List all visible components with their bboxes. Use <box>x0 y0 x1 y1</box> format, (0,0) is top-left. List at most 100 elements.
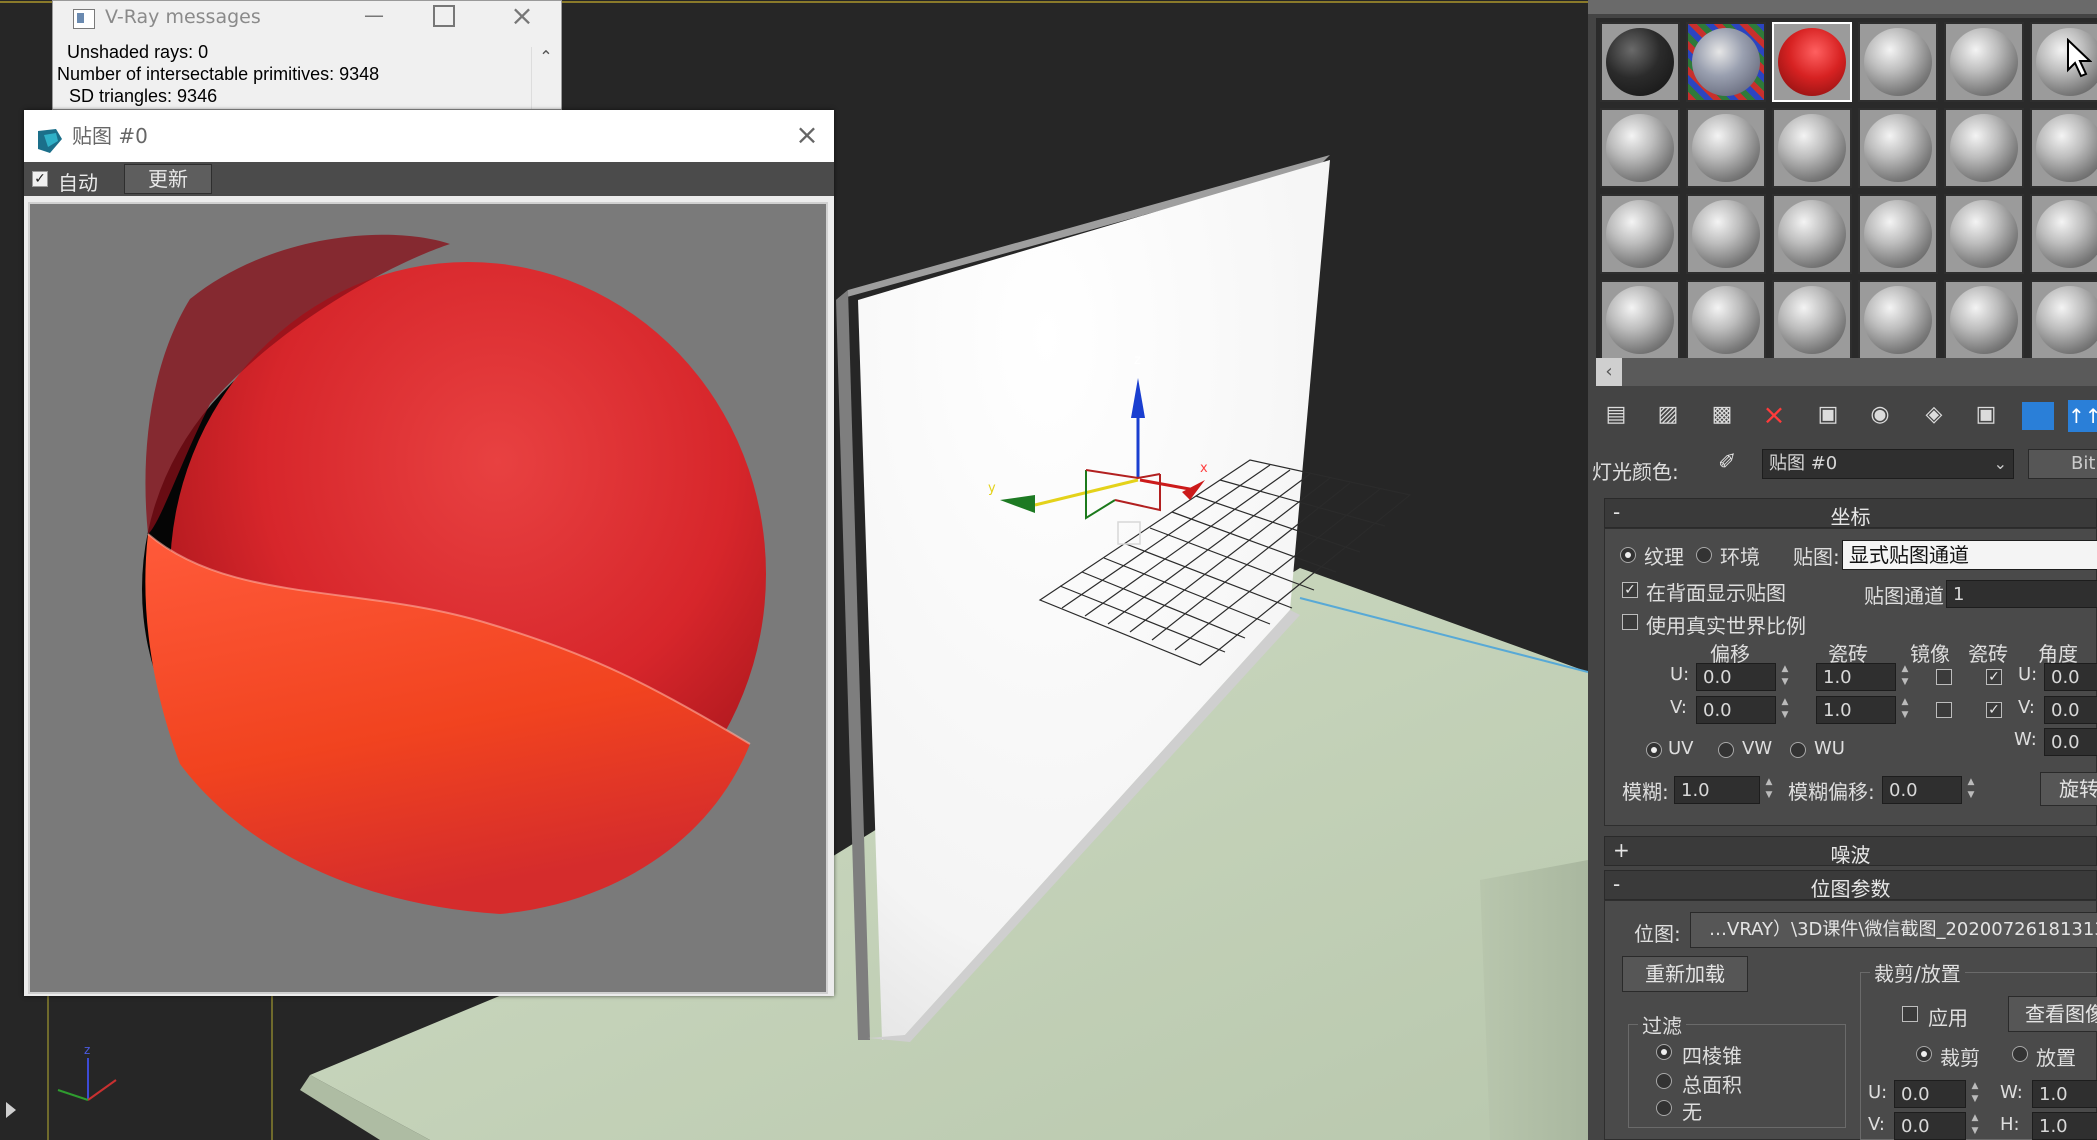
material-slot[interactable] <box>1600 22 1680 102</box>
close-icon[interactable]: × <box>507 0 537 32</box>
spinner-icon[interactable]: ▲ ▼ <box>1968 1080 1982 1108</box>
make-unique-icon[interactable]: ◉ <box>1864 398 1896 432</box>
material-slot[interactable] <box>1944 194 2024 274</box>
material-slot[interactable] <box>1772 194 1852 274</box>
v-offset-field[interactable]: 0.0 <box>1696 696 1776 724</box>
crop-h-label: H: <box>2000 1114 2020 1135</box>
scroll-left-icon[interactable]: ‹ <box>1596 358 1622 386</box>
assign-to-selection-icon[interactable]: ▩ <box>1706 398 1738 432</box>
material-slot[interactable] <box>1686 22 1766 102</box>
put-to-library-icon[interactable]: ◈ <box>1918 398 1950 432</box>
bitmap-path-button[interactable]: …VRAY）\3D课件\微信截图_20200726181313 <box>1690 912 2097 948</box>
close-icon[interactable]: × <box>792 110 822 162</box>
time-slider-arrow-icon[interactable] <box>6 1102 16 1118</box>
w-angle-field[interactable]: 0.0 <box>2044 728 2097 756</box>
show-map-on-back-checkbox[interactable]: ✓ <box>1622 582 1638 598</box>
spinner-icon[interactable]: ▲ ▼ <box>1898 663 1912 691</box>
blur-field[interactable]: 1.0 <box>1674 776 1760 804</box>
view-image-button[interactable]: 查看图像 <box>2008 996 2097 1032</box>
material-slot[interactable] <box>2030 194 2097 274</box>
no-filter-radio[interactable] <box>1656 1100 1672 1116</box>
environ-radio[interactable] <box>1696 547 1712 563</box>
material-slot[interactable] <box>1858 280 1938 360</box>
show-shaded-icon[interactable] <box>2022 402 2054 430</box>
rollout-coordinates[interactable]: - 坐标 <box>1604 498 2097 529</box>
pyramidal-radio[interactable] <box>1656 1044 1672 1060</box>
v-tiling-field[interactable]: 1.0 <box>1816 696 1896 724</box>
u-offset-field[interactable]: 0.0 <box>1696 663 1776 691</box>
show-end-result-icon[interactable]: ↑↑ <box>2068 400 2097 432</box>
material-slot[interactable] <box>1686 194 1766 274</box>
material-slot[interactable] <box>1772 22 1852 102</box>
vray-scrollbar[interactable]: ⌃ <box>531 47 560 109</box>
u-tile-checkbox[interactable]: ✓ <box>1986 669 2002 685</box>
crop-v-field[interactable]: 0.0 <box>1894 1112 1966 1140</box>
material-slot[interactable] <box>1858 108 1938 188</box>
material-slot[interactable] <box>1600 280 1680 360</box>
map-name-dropdown[interactable]: 贴图 #0 ⌄ <box>1762 449 2014 479</box>
crop-radio[interactable] <box>1916 1046 1932 1062</box>
u-tiling-field[interactable]: 1.0 <box>1816 663 1896 691</box>
material-slot[interactable] <box>1686 108 1766 188</box>
spinner-icon[interactable]: ▲ ▼ <box>1778 663 1792 691</box>
real-world-scale-checkbox[interactable] <box>1622 614 1638 630</box>
crop-w-field[interactable]: 1.0 <box>2032 1080 2097 1108</box>
rotate-button[interactable]: 旋转 <box>2040 772 2097 806</box>
update-button[interactable]: 更新 <box>124 164 212 194</box>
spinner-icon[interactable]: ▲ ▼ <box>1898 696 1912 724</box>
spinner-icon[interactable]: ▲ ▼ <box>1964 776 1978 804</box>
material-slot[interactable] <box>1858 194 1938 274</box>
material-slot[interactable] <box>1686 280 1766 360</box>
maximize-icon[interactable] <box>433 5 455 27</box>
blur-offset-label: 模糊偏移: <box>1788 780 1875 804</box>
material-slot[interactable] <box>2030 108 2097 188</box>
slots-scrollbar[interactable]: ‹ <box>1596 358 2097 386</box>
spinner-icon[interactable]: ▲ ▼ <box>1762 776 1776 804</box>
material-slot[interactable] <box>2030 280 2097 360</box>
material-slot[interactable] <box>1858 22 1938 102</box>
get-material-icon[interactable]: ▤ <box>1600 398 1632 432</box>
v-mirror-checkbox[interactable] <box>1936 702 1952 718</box>
rollout-bitmap-params[interactable]: - 位图参数 <box>1604 870 2097 901</box>
texture-radio[interactable] <box>1620 547 1636 563</box>
place-radio[interactable] <box>2012 1046 2028 1062</box>
wu-radio[interactable] <box>1790 742 1806 758</box>
material-slot[interactable] <box>1944 280 2024 360</box>
eyedropper-icon[interactable]: ✐ <box>1718 450 1748 480</box>
gizmo-x-label: x <box>1200 461 1208 476</box>
material-slot[interactable] <box>1600 194 1680 274</box>
material-id-icon[interactable]: ▣ <box>1970 398 2002 432</box>
map-type-button[interactable]: Bitm <box>2028 449 2097 479</box>
material-sphere <box>1864 200 1932 268</box>
vw-radio[interactable] <box>1718 742 1734 758</box>
crop-h-field[interactable]: 1.0 <box>2032 1112 2097 1140</box>
summed-area-radio[interactable] <box>1656 1073 1672 1089</box>
auto-checkbox[interactable]: ✓ <box>32 171 48 187</box>
reload-button[interactable]: 重新加载 <box>1622 956 1748 992</box>
blur-offset-field[interactable]: 0.0 <box>1882 776 1962 804</box>
rollout-noise[interactable]: + 噪波 <box>1604 836 2097 867</box>
delete-icon[interactable]: × <box>1758 398 1790 432</box>
u-mirror-checkbox[interactable] <box>1936 669 1952 685</box>
minimize-icon[interactable]: — <box>359 3 389 31</box>
map-channel-field[interactable]: 1 <box>1946 580 2097 608</box>
material-slot[interactable] <box>1772 108 1852 188</box>
apply-checkbox[interactable] <box>1902 1006 1918 1022</box>
mapping-dropdown[interactable]: 显式贴图通道 <box>1842 540 2097 570</box>
spinner-icon[interactable]: ▲ ▼ <box>1778 696 1792 724</box>
material-slot[interactable] <box>1944 22 2024 102</box>
environ-label: 环境 <box>1720 545 1760 569</box>
v-angle-field[interactable]: 0.0 <box>2044 696 2097 724</box>
put-to-scene-icon[interactable]: ▨ <box>1652 398 1684 432</box>
uv-radio[interactable] <box>1646 742 1662 758</box>
spinner-icon[interactable]: ▲ ▼ <box>1968 1112 1982 1140</box>
map-window-titlebar[interactable]: 贴图 #0 × <box>24 110 834 162</box>
material-slot[interactable] <box>1600 108 1680 188</box>
material-slot[interactable] <box>1944 108 2024 188</box>
crop-u-field[interactable]: 0.0 <box>1894 1080 1966 1108</box>
v-tile-checkbox[interactable]: ✓ <box>1986 702 2002 718</box>
u-angle-field[interactable]: 0.0 <box>2044 663 2097 691</box>
copy-material-icon[interactable]: ▣ <box>1812 398 1844 432</box>
material-slot[interactable] <box>1772 280 1852 360</box>
no-filter-label: 无 <box>1682 1100 1702 1124</box>
